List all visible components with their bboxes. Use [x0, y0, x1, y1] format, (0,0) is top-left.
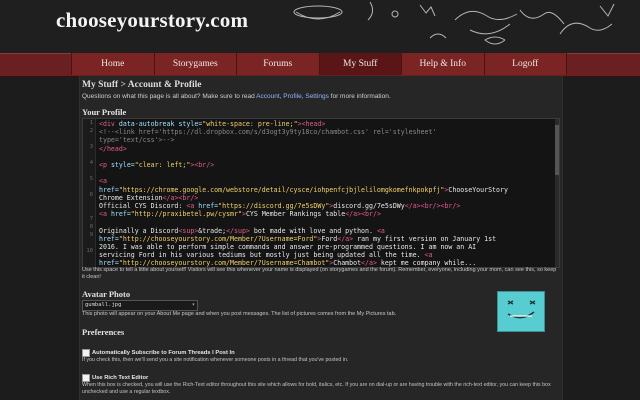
- line-number: [83, 239, 95, 247]
- line-number-gutter: 1 2 3 4 5 6 7 8 9 10: [83, 119, 96, 267]
- avatar-help-text: This photo will appear on your About Me …: [82, 311, 397, 317]
- avatar: [497, 291, 545, 332]
- line-number: 8: [89, 224, 93, 230]
- line-number: 9: [89, 232, 93, 238]
- profile-code-editor[interactable]: 1 2 3 4 5 6 7 8 9 10 <div data-autobreak style="w…: [82, 118, 560, 268]
- line-number: 5: [89, 176, 93, 182]
- avatar-select[interactable]: gumball.jpg ▾: [82, 300, 198, 311]
- avatar-select-value: gumball.jpg: [85, 302, 122, 308]
- rich-text-label[interactable]: Use Rich Text Editor: [92, 375, 148, 381]
- line-number: [83, 207, 95, 215]
- line-number: [83, 135, 95, 143]
- profile-html-code[interactable]: <div data-autobreak style="white-space: …: [99, 120, 554, 267]
- nav-help-info[interactable]: Help & Info: [401, 53, 484, 75]
- auto-subscribe-label[interactable]: Automatically Subscribe to Forum Threads…: [92, 350, 235, 356]
- nav-forums[interactable]: Forums: [236, 53, 319, 75]
- rich-text-checkbox[interactable]: [82, 374, 90, 382]
- line-number: [83, 183, 95, 191]
- nav-storygames[interactable]: Storygames: [153, 53, 236, 75]
- intro-prefix: Questions on what this page is all about…: [82, 93, 257, 100]
- nav-logoff[interactable]: Logoff: [483, 53, 567, 75]
- line-number: [83, 151, 95, 159]
- main-nav: Home Storygames Forums My Stuff Help & I…: [71, 53, 567, 75]
- intro-suffix: for more information.: [328, 93, 391, 100]
- scrollbar-thumb[interactable]: [555, 125, 559, 175]
- intro-text: Questions on what this page is all about…: [82, 93, 391, 100]
- line-number: 1: [89, 120, 93, 126]
- line-number: [83, 167, 95, 175]
- breadcrumb: My Stuff > Account & Profile: [82, 80, 202, 90]
- auto-subscribe-desc: If you check this, then we'll send you a…: [82, 357, 349, 363]
- line-number: 10: [86, 248, 93, 254]
- profile-title: Your Profile: [82, 107, 127, 117]
- nav-my-stuff[interactable]: My Stuff: [318, 53, 401, 75]
- line-number: [83, 199, 95, 207]
- nav-home[interactable]: Home: [71, 53, 154, 75]
- line-number: 3: [89, 144, 93, 150]
- editor-scrollbar[interactable]: [555, 119, 559, 267]
- line-number: 2: [89, 128, 93, 134]
- pref-auto-subscribe[interactable]: Automatically Subscribe to Forum Threads…: [82, 349, 235, 357]
- avatar-title: Avatar Photo: [82, 289, 131, 299]
- line-number: 4: [89, 160, 93, 166]
- profile-help-text: Use this space to tell a little about yo…: [82, 267, 557, 280]
- line-number: 6: [89, 192, 93, 198]
- rich-text-desc: When this box is checked, you will use t…: [82, 382, 551, 395]
- auto-subscribe-checkbox[interactable]: [82, 349, 90, 357]
- link-account[interactable]: Account: [256, 93, 280, 100]
- line-number: [83, 255, 95, 263]
- line-number: 7: [89, 216, 93, 222]
- chevron-down-icon: ▾: [191, 302, 195, 308]
- pref-rich-text[interactable]: Use Rich Text Editor: [82, 374, 148, 382]
- link-settings[interactable]: Settings: [305, 93, 329, 100]
- gumball-avatar-image: [507, 300, 536, 319]
- preferences-title: Preferences: [82, 327, 125, 337]
- site-logo[interactable]: chooseyourstory.com: [56, 8, 248, 33]
- site-header: chooseyourstory.com: [0, 0, 640, 55]
- link-profile[interactable]: Profile: [283, 93, 301, 100]
